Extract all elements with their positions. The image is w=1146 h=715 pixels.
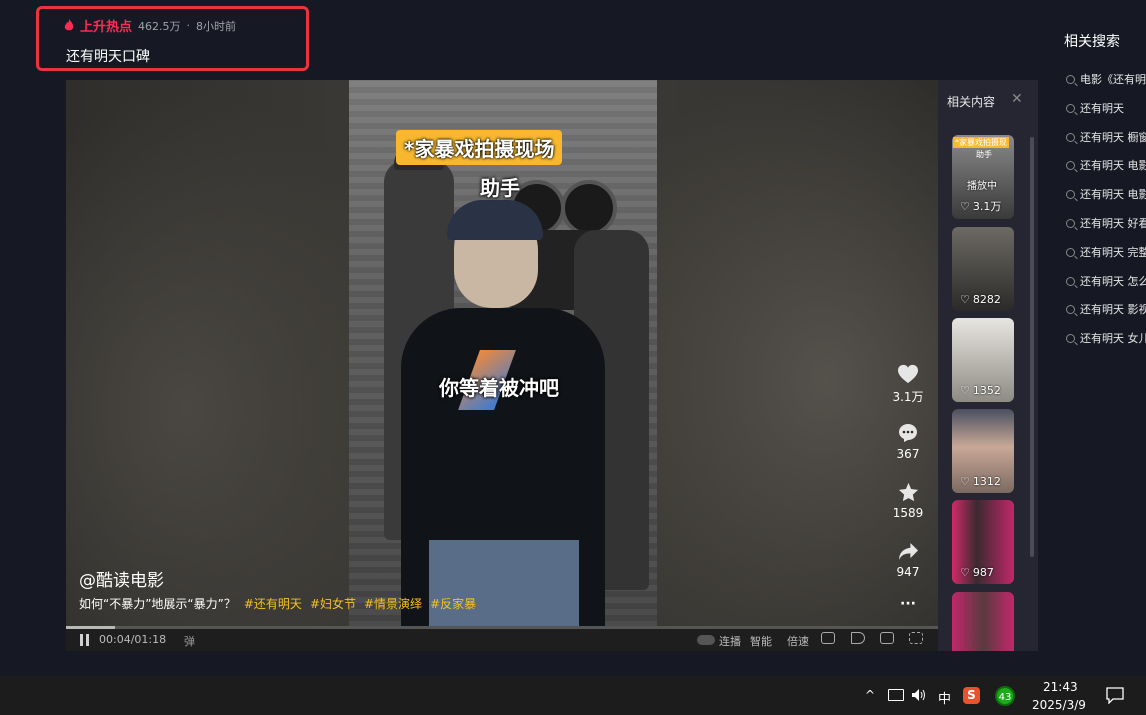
video-caption-assistant: 助手 [480,176,520,200]
comment-count: 367 [896,447,920,461]
search-icon [1066,160,1075,170]
comment-button[interactable]: 367 [878,423,938,461]
close-icon[interactable]: ✕ [1011,91,1023,107]
related-search-item[interactable]: 还有明天 橱窗 [1066,129,1146,145]
search-icon [1066,103,1075,113]
hashtag[interactable]: #反家暴 [430,595,476,612]
danmaku-toggle[interactable]: 弹 [184,633,195,649]
search-icon [1066,333,1075,343]
share-icon [898,542,918,561]
related-search-item[interactable]: 还有明天 怎么 [1066,273,1146,289]
heart-icon [898,364,918,384]
related-search-item[interactable]: 还有明天 [1066,100,1146,116]
related-video-thumbnail[interactable]: ♡ 8282 [952,227,1014,311]
notification-icon[interactable] [1106,687,1124,704]
related-video-thumbnail[interactable]: ♡ 987 [952,500,1014,584]
heart-icon: ♡ [960,475,970,488]
related-video-thumbnail[interactable]: ♡ 1312 [952,409,1014,493]
presenter-cap [447,200,543,240]
film-camera-reel [561,180,617,236]
search-icon [1066,132,1075,142]
related-search-item[interactable]: 还有明天 女儿 [1066,330,1146,346]
sogou-icon[interactable]: S [963,687,980,704]
heart-icon: ♡ [960,293,970,306]
search-icon [1066,304,1075,314]
hot-count: 462.5万 [138,19,181,33]
playback-time: 00:04/01:18 [99,633,167,646]
author-name[interactable]: @酷读电影 [79,566,164,591]
related-content-title: 相关内容 [947,95,996,109]
favorite-button[interactable]: 1589 [878,482,938,520]
volume-icon[interactable] [851,632,865,644]
tray-caret-icon[interactable]: ^ [865,688,875,702]
hashtag[interactable]: #妇女节 [310,595,356,612]
meta-separator: · [186,19,191,32]
comment-icon [899,424,917,442]
heart-icon: ♡ [960,199,970,213]
related-search-item[interactable]: 还有明天 电影 [1066,157,1146,173]
autoplay-label[interactable]: 连播 [719,633,741,649]
web-fullscreen-icon[interactable] [880,632,894,644]
favorite-count: 1589 [892,506,924,520]
speaker-icon[interactable] [911,688,927,702]
related-search-item[interactable]: 还有明天 电影 [1066,186,1146,202]
video-caption-top: *家暴戏拍摄现场 [396,130,563,165]
share-button[interactable]: 947 [878,542,938,579]
description-text: 如何“不暴力”地展示“暴力”？ [79,597,236,611]
fullscreen-icon[interactable] [909,632,923,644]
pause-icon[interactable] [80,634,90,646]
clock-time[interactable]: 21:43 [1043,680,1078,694]
video-player[interactable]: *家暴戏拍摄现场 助手 你等着被冲吧 3.1万 367 1589 947 ···… [66,80,938,651]
related-video-thumbnail[interactable]: *家暴戏拍摄现 助手 播放中 ♡ 3.1万 [952,135,1014,219]
network-icon[interactable] [888,689,904,701]
hot-time: 8小时前 [196,19,237,33]
flame-icon [64,19,74,31]
smart-quality-button[interactable]: 智能 [750,633,772,649]
search-icon [1066,247,1075,257]
now-playing-label: 播放中 [967,181,997,192]
ime-indicator[interactable]: 中 [938,688,951,707]
video-caption-middle: 你等着被冲吧 [439,376,559,400]
hot-trend-meta: 上升热点 462.5万 · 8小时前 [64,16,236,35]
related-search-item[interactable]: 还有明天 完整 [1066,244,1146,260]
more-button[interactable]: ··· [878,596,938,612]
heart-icon: ♡ [960,566,970,579]
heart-icon: ♡ [960,384,970,397]
share-count: 947 [896,565,920,579]
related-video-thumbnail[interactable] [952,592,1014,651]
security-badge-icon[interactable]: 43 [995,686,1015,706]
like-count: 3.1万 [892,390,924,404]
video-frame[interactable]: *家暴戏拍摄现场 助手 你等着被冲吧 [349,80,657,627]
video-description: 如何“不暴力”地展示“暴力”？ #还有明天 #妇女节 #情景演绎 #反家暴 [79,595,476,612]
search-icon [1066,189,1075,199]
search-icon [1066,74,1075,84]
star-icon [898,482,918,502]
picture-in-picture-icon[interactable] [821,632,835,644]
autoplay-toggle-switch[interactable] [697,635,715,645]
speed-button[interactable]: 倍速 [787,633,809,649]
search-icon [1066,276,1075,286]
related-video-thumbnail[interactable]: ♡ 1352 [952,318,1014,402]
related-search-item[interactable]: 还有明天 好看 [1066,215,1146,231]
hashtag[interactable]: #还有明天 [244,595,302,612]
presenter-jeans [429,540,579,627]
clock-date[interactable]: 2025/3/9 [1032,698,1086,712]
hashtag[interactable]: #情景演绎 [364,595,422,612]
related-search-item[interactable]: 还有明天 影视 [1066,301,1146,317]
like-button[interactable]: 3.1万 [878,364,938,405]
related-search-title: 相关搜索 [1064,34,1120,50]
related-scrollbar[interactable] [1030,137,1034,557]
related-search-item[interactable]: 电影《还有明 [1066,71,1146,87]
hot-trend-label: 上升热点 [80,20,133,35]
hot-trend-title[interactable]: 还有明天口碑 [66,46,150,66]
search-icon [1066,218,1075,228]
